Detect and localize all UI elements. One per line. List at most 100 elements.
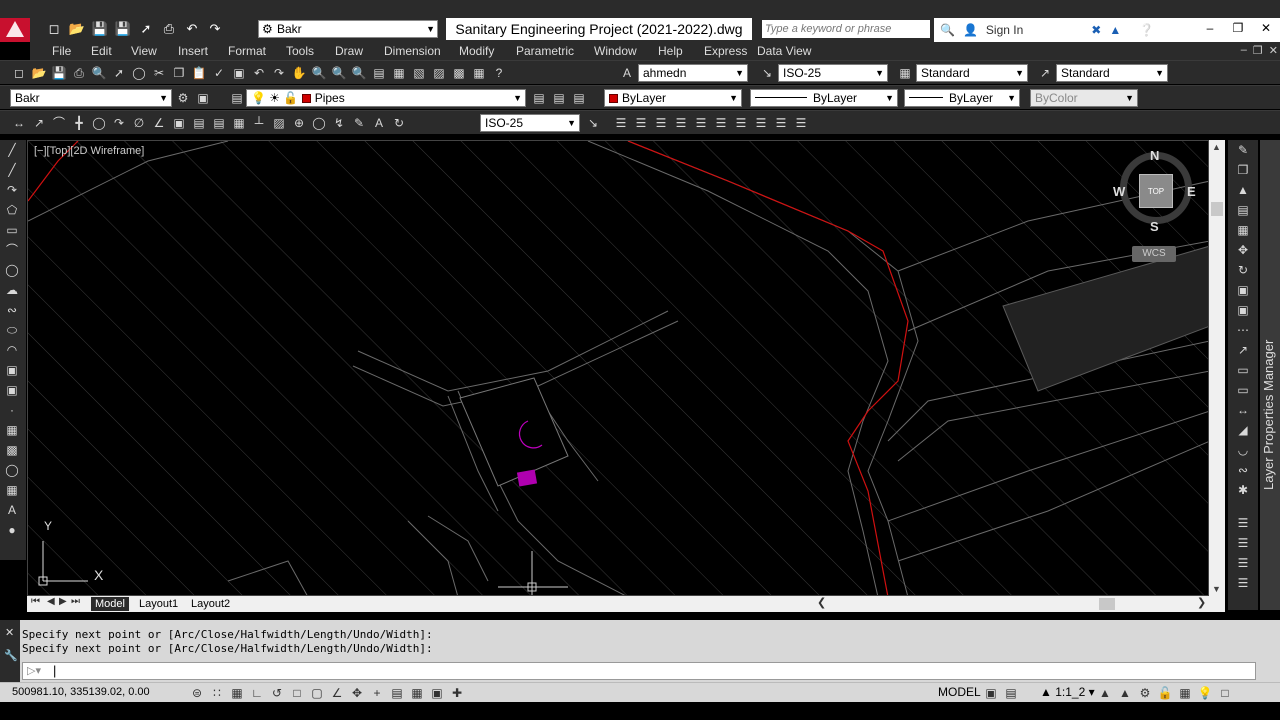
grid-display-icon[interactable]: ▦: [228, 684, 246, 702]
wcs-menu[interactable]: WCS: [1132, 246, 1176, 262]
tab-layout2[interactable]: Layout2: [187, 597, 234, 611]
table-style-select[interactable]: Standard ▼: [916, 64, 1028, 82]
tab-first-icon[interactable]: ⏮: [31, 596, 40, 607]
search-input[interactable]: Type a keyword or phrase: [762, 20, 930, 38]
center-mark-icon[interactable]: ⊕: [290, 114, 308, 132]
scroll-right-icon[interactable]: ❯: [1197, 596, 1206, 609]
scroll-up-icon[interactable]: ▲: [1212, 142, 1221, 152]
dim-jogged-icon[interactable]: ↷: [110, 114, 128, 132]
menu-data-view[interactable]: Data View: [757, 44, 811, 58]
layer-unlock-icon[interactable]: ☰: [792, 114, 810, 132]
rotate-icon[interactable]: ↻: [1234, 261, 1252, 280]
help-icon[interactable]: ❔: [1139, 23, 1154, 37]
compass-west[interactable]: W: [1113, 184, 1125, 199]
paste-icon[interactable]: 📋: [190, 64, 208, 82]
construction-line-icon[interactable]: ╱: [3, 161, 21, 180]
point-icon[interactable]: ·: [3, 401, 21, 420]
region-icon[interactable]: ◯: [3, 461, 21, 480]
tolerance-icon[interactable]: ▨: [270, 114, 288, 132]
3d-osnap-icon[interactable]: ▢: [308, 684, 326, 702]
sign-in-link[interactable]: Sign In: [986, 23, 1023, 37]
layer-walk-icon[interactable]: ☰: [1234, 554, 1252, 573]
menu-draw[interactable]: Draw: [335, 44, 363, 58]
circle-icon[interactable]: ◯: [3, 261, 21, 280]
coordinate-display[interactable]: 500981.10, 335139.02, 0.00: [12, 686, 150, 698]
clean-screen-icon[interactable]: □: [1216, 684, 1234, 702]
tab-prev-icon[interactable]: ◀: [47, 596, 55, 607]
menu-file[interactable]: File: [52, 44, 71, 58]
close-icon[interactable]: ✕: [1269, 44, 1278, 57]
polar-tracking-icon[interactable]: ↺: [268, 684, 286, 702]
model-space-button[interactable]: MODEL: [938, 685, 981, 699]
isolate-objects-icon[interactable]: 💡: [1196, 684, 1214, 702]
dim-baseline-icon[interactable]: ▤: [190, 114, 208, 132]
move-icon[interactable]: ✥: [1234, 241, 1252, 260]
undo-icon[interactable]: ↶: [182, 20, 202, 38]
break-at-point-icon[interactable]: ▭: [1234, 361, 1252, 380]
publish-icon[interactable]: ➚: [110, 64, 128, 82]
stay-connected-icon[interactable]: ▲: [1109, 23, 1121, 37]
menu-format[interactable]: Format: [228, 44, 266, 58]
mleader-style-select[interactable]: Standard ▼: [1056, 64, 1168, 82]
copy-icon[interactable]: ❐: [170, 64, 188, 82]
layer-lock-icon[interactable]: ☰: [772, 114, 790, 132]
layer-match-icon[interactable]: ☰: [1234, 574, 1252, 593]
rectangle-icon[interactable]: ▭: [3, 221, 21, 240]
menu-modify[interactable]: Modify: [459, 44, 494, 58]
vertical-scrollbar[interactable]: ▲ ▼: [1209, 140, 1225, 596]
scroll-down-icon[interactable]: ▼: [1212, 584, 1221, 594]
selection-cycling-icon[interactable]: ✚: [448, 684, 466, 702]
layer-freeze-icon[interactable]: ☰: [672, 114, 690, 132]
layer-merge-icon[interactable]: ☰: [752, 114, 770, 132]
annotation-visibility-icon[interactable]: ▲: [1096, 684, 1114, 702]
restore-icon[interactable]: ❐: [1253, 44, 1263, 57]
dim-aligned-icon[interactable]: ↗: [30, 114, 48, 132]
compass-south[interactable]: S: [1150, 219, 1159, 234]
break-icon[interactable]: ▭: [1234, 381, 1252, 400]
layer-unisolate-icon[interactable]: ☰: [632, 114, 650, 132]
scroll-left-icon[interactable]: ❮: [817, 596, 826, 609]
block-editor-icon[interactable]: ▣: [230, 64, 248, 82]
lock-ui-icon[interactable]: 🔓: [1156, 684, 1174, 702]
minimize-icon[interactable]: –: [1196, 18, 1224, 38]
layer-select[interactable]: 💡 ☀ 🔓 Pipes ▼: [246, 89, 526, 107]
explode-icon[interactable]: ✱: [1234, 481, 1252, 500]
layer-match-icon[interactable]: ☰: [692, 114, 710, 132]
minimize-icon[interactable]: –: [1241, 44, 1247, 57]
dim-style-icon[interactable]: ↘: [758, 64, 776, 82]
tab-layout1[interactable]: Layout1: [135, 597, 182, 611]
tool-palettes-icon[interactable]: ▧: [410, 64, 428, 82]
dim-radius-icon[interactable]: ◯: [90, 114, 108, 132]
array-icon[interactable]: ▦: [1234, 221, 1252, 240]
quick-properties-icon[interactable]: ▣: [428, 684, 446, 702]
properties-icon[interactable]: ▤: [370, 64, 388, 82]
dim-style-select[interactable]: ISO-25 ▼: [778, 64, 888, 82]
multiline-text-icon[interactable]: A: [3, 501, 21, 520]
dynamic-ucs-icon[interactable]: ✥: [348, 684, 366, 702]
layer-isolate-icon[interactable]: ☰: [612, 114, 630, 132]
menu-view[interactable]: View: [131, 44, 157, 58]
horizontal-scroll-thumb[interactable]: [1099, 598, 1115, 610]
zoom-realtime-icon[interactable]: 🔍: [310, 64, 328, 82]
hardware-acceleration-icon[interactable]: ▦: [1176, 684, 1194, 702]
text-style-select[interactable]: ahmedn ▼: [638, 64, 748, 82]
snap-mode-icon[interactable]: ∷: [208, 684, 226, 702]
drawing-viewport[interactable]: [−][Top][2D Wireframe] Y X: [27, 140, 1209, 596]
calculator-icon[interactable]: ▦: [470, 64, 488, 82]
erase-icon[interactable]: ✎: [1234, 141, 1252, 160]
undo-icon[interactable]: ↶: [250, 64, 268, 82]
zoom-previous-icon[interactable]: 🔍: [350, 64, 368, 82]
polygon-icon[interactable]: ⬠: [3, 201, 21, 220]
dim-update-icon[interactable]: ↻: [390, 114, 408, 132]
mleader-style-icon[interactable]: ↗: [1036, 64, 1054, 82]
extend-icon[interactable]: ↗: [1234, 341, 1252, 360]
tab-last-icon[interactable]: ⏭: [71, 596, 80, 607]
scroll-thumb[interactable]: [1211, 202, 1223, 216]
lineweight-select[interactable]: ByLayer ▼: [904, 89, 1020, 107]
quick-dim-icon[interactable]: ▣: [170, 114, 188, 132]
menu-window[interactable]: Window: [594, 44, 637, 58]
trim-icon[interactable]: ⋯: [1234, 321, 1252, 340]
layer-change-icon[interactable]: ☰: [712, 114, 730, 132]
viewport-controls-label[interactable]: [−][Top][2D Wireframe]: [34, 145, 144, 157]
mirror-icon[interactable]: ▲: [1234, 181, 1252, 200]
